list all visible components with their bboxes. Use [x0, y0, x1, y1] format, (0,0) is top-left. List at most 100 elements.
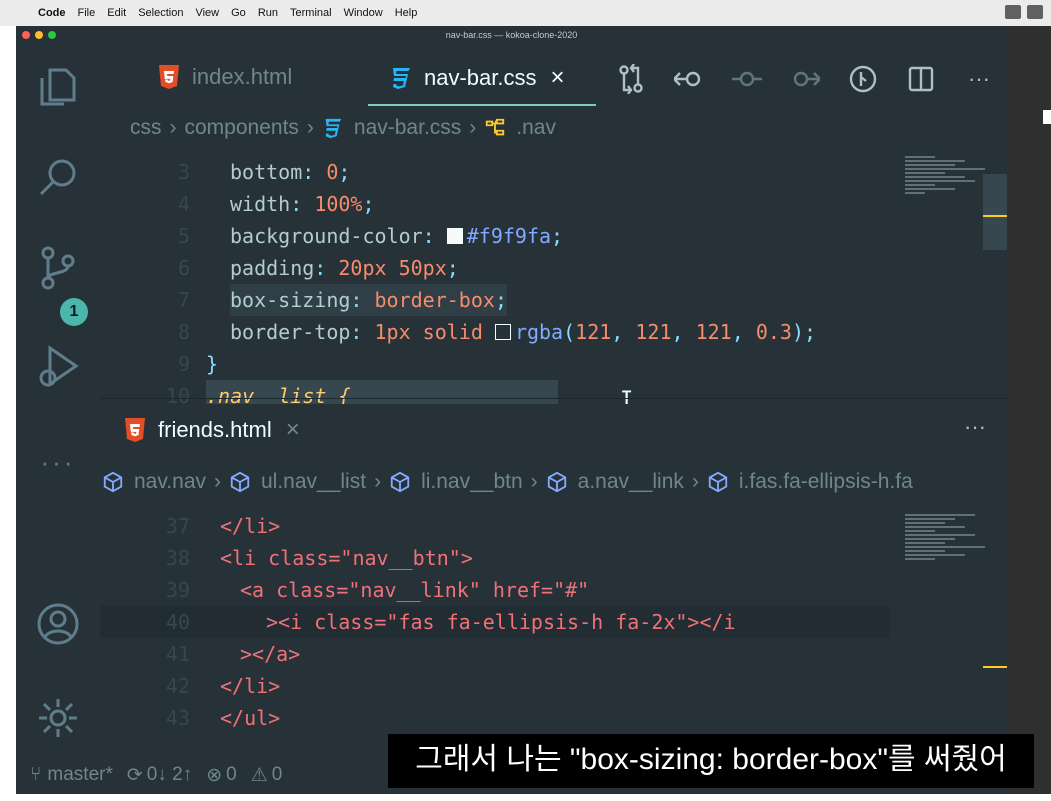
breadcrumb-item[interactable]: i.fas.fa-ellipsis-h.fa — [739, 470, 913, 494]
breadcrumb-item[interactable]: li.nav__btn — [421, 470, 523, 494]
cloud-icon[interactable] — [1027, 5, 1043, 19]
css3-icon — [393, 68, 410, 89]
line-number: 5 — [177, 224, 190, 248]
account-icon[interactable] — [34, 600, 82, 648]
line-number: 37 — [165, 514, 190, 538]
tab-friends-html[interactable]: friends.html × — [124, 416, 300, 444]
more-views-icon[interactable]: ··· — [34, 438, 82, 486]
css-value: 20px 50px — [338, 256, 447, 280]
branch-icon: ⑂ — [30, 764, 42, 785]
previous-change-icon[interactable] — [660, 52, 718, 106]
css-function: rgba — [514, 320, 564, 344]
css-number: 121 — [635, 320, 672, 344]
html-code: </li> — [220, 514, 281, 538]
css-value: 1px solid — [374, 320, 483, 344]
html-editor[interactable]: 37 </li> 38 <li class="nav__btn"> 39 <a cla… — [100, 510, 900, 756]
html5-icon — [125, 418, 145, 442]
close-window-button[interactable] — [22, 31, 30, 39]
sync-status[interactable]: 0↓ 2↑ — [147, 764, 192, 786]
video-subtitle: 그래서 나는 "box-sizing: border-box"를 써줬어 — [388, 734, 1034, 788]
menu-code[interactable]: Code — [32, 7, 72, 19]
line-number: 9 — [177, 352, 190, 376]
run-debug-icon[interactable] — [34, 342, 82, 390]
line-number: 42 — [165, 674, 190, 698]
breadcrumb-item[interactable]: a.nav__link — [578, 470, 684, 494]
color-swatch[interactable] — [446, 228, 463, 244]
open-timeline-icon[interactable] — [834, 52, 892, 106]
line-number: 8 — [177, 320, 190, 344]
line-number: 7 — [177, 288, 190, 312]
peek-line: .nav__list { — [206, 380, 558, 404]
window-controls — [22, 31, 56, 39]
minimize-window-button[interactable] — [35, 31, 43, 39]
line-number: 6 — [177, 256, 190, 280]
css-value: border-box — [374, 288, 495, 312]
compare-changes-icon[interactable] — [602, 52, 660, 106]
breadcrumb-item[interactable]: nav-bar.css — [354, 116, 461, 140]
html-code: </ul> — [220, 706, 281, 730]
more-actions-icon[interactable]: ··· — [964, 414, 986, 440]
revert-change-icon[interactable] — [718, 52, 776, 106]
bottom-tab-bar: friends.html × ··· — [100, 408, 1007, 452]
css-property: padding — [230, 256, 315, 280]
color-swatch[interactable] — [494, 324, 511, 340]
css-editor[interactable]: 3 bottom: 0; 4 width: 100%; 5 background-co… — [100, 148, 900, 404]
next-change-icon[interactable] — [776, 52, 834, 106]
menu-go[interactable]: Go — [225, 7, 252, 19]
css-value: #f9f9fa — [466, 224, 552, 248]
breadcrumb-item[interactable]: css — [130, 116, 162, 140]
menu-help[interactable]: Help — [389, 7, 424, 19]
background-window — [1007, 26, 1051, 794]
tab-label: nav-bar.css — [424, 65, 537, 90]
warning-icon: ⚠ — [250, 764, 268, 786]
line-number: 39 — [165, 578, 190, 602]
cube-icon — [390, 471, 410, 493]
top-scrollbar[interactable] — [983, 174, 1007, 250]
top-minimap[interactable] — [905, 154, 995, 196]
more-actions-icon[interactable]: ··· — [950, 52, 1007, 106]
tab-nav-bar-css[interactable]: nav-bar.css × — [390, 64, 565, 92]
search-icon[interactable] — [34, 154, 82, 202]
editor-toolbar: ··· — [602, 52, 1007, 106]
macos-menubar: Code File Edit Selection View Go Run Ter… — [0, 0, 1051, 26]
cube-icon — [708, 471, 728, 493]
html-code: <li class="nav__btn"> — [220, 546, 473, 570]
line-number: 43 — [165, 706, 190, 730]
breadcrumb-item[interactable]: nav.nav — [134, 470, 206, 494]
css-property: width — [230, 192, 291, 216]
vscode-window: nav-bar.css — kokoa-clone-2020 1 ··· ind… — [16, 26, 1007, 794]
css3-icon — [325, 118, 342, 139]
menu-window[interactable]: Window — [338, 7, 389, 19]
window-title: nav-bar.css — kokoa-clone-2020 — [445, 30, 578, 40]
selector-icon — [486, 118, 505, 136]
group-divider — [100, 398, 1007, 399]
settings-gear-icon[interactable] — [34, 694, 82, 742]
explorer-icon[interactable] — [34, 62, 82, 110]
menu-view[interactable]: View — [189, 7, 225, 19]
breadcrumb-item[interactable]: components — [185, 116, 299, 140]
breadcrumb-item[interactable]: ul.nav__list — [261, 470, 366, 494]
menu-selection[interactable]: Selection — [132, 7, 189, 19]
zoom-window-button[interactable] — [48, 31, 56, 39]
line-number: 3 — [177, 160, 190, 184]
menu-terminal[interactable]: Terminal — [284, 7, 338, 19]
breadcrumb-item[interactable]: .nav — [516, 116, 556, 140]
menu-run[interactable]: Run — [252, 7, 284, 19]
close-tab-icon[interactable]: × — [551, 64, 565, 92]
menu-edit[interactable]: Edit — [101, 7, 132, 19]
menu-file[interactable]: File — [72, 7, 102, 19]
tab-index-html[interactable]: index.html — [158, 64, 292, 90]
screen-record-icon[interactable] — [1005, 5, 1021, 19]
error-icon: ⊗ — [206, 764, 223, 786]
top-tab-bar: index.html nav-bar.css × ··· — [100, 52, 1007, 106]
branch-name[interactable]: master* — [47, 764, 112, 786]
error-count[interactable]: 0 — [226, 764, 237, 786]
bottom-minimap[interactable] — [905, 512, 995, 562]
line-number: 38 — [165, 546, 190, 570]
html-code: ></a> — [240, 642, 301, 666]
warning-count[interactable]: 0 — [272, 764, 283, 786]
split-editor-icon[interactable] — [892, 52, 950, 106]
css-property: border-top — [230, 320, 351, 344]
close-tab-icon[interactable]: × — [286, 416, 300, 444]
source-control-icon[interactable] — [34, 244, 82, 292]
